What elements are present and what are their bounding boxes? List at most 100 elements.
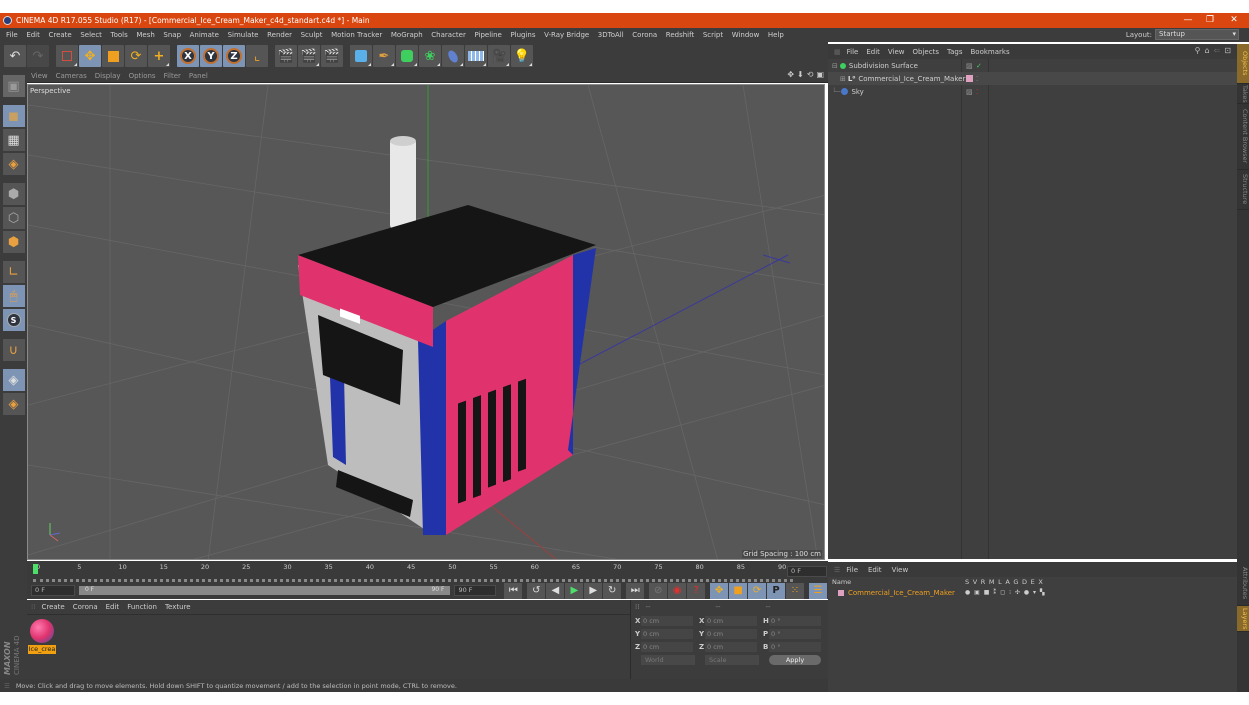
menu-3dtoall[interactable]: 3DToAll bbox=[598, 31, 624, 39]
tree-expand-icon[interactable]: ⊟ bbox=[832, 62, 838, 70]
tab-content-browser[interactable]: Content Browser bbox=[1237, 104, 1249, 170]
key-parameter-button[interactable]: P bbox=[767, 582, 785, 599]
pos-x-field[interactable]: 0 cm bbox=[641, 615, 693, 626]
layer-menu-view[interactable]: View bbox=[892, 566, 909, 574]
viewport-menu-filter[interactable]: Filter bbox=[164, 72, 181, 80]
point-mode-button[interactable]: ⬢ bbox=[2, 183, 25, 205]
menu-mesh[interactable]: Mesh bbox=[136, 31, 154, 39]
pan-icon[interactable]: ✥ bbox=[787, 70, 794, 79]
scale-button[interactable] bbox=[102, 45, 124, 67]
timeline-window-button[interactable]: ☰ bbox=[808, 582, 827, 599]
maximize-viewport-icon[interactable]: ▣ bbox=[816, 70, 824, 79]
menu-vray-bridge[interactable]: V-Ray Bridge bbox=[544, 31, 589, 39]
workplane-snap-button[interactable]: ◈ bbox=[2, 393, 25, 415]
search-icon[interactable]: ⚲ bbox=[1195, 46, 1201, 55]
texture-mode-button[interactable]: ▦ bbox=[2, 129, 25, 151]
menu-character[interactable]: Character bbox=[431, 31, 466, 39]
size-x-field[interactable]: 0 cm bbox=[705, 615, 757, 626]
layer-menu-file[interactable]: File bbox=[846, 566, 858, 574]
go-to-end-button[interactable]: ⏭ bbox=[626, 582, 645, 599]
material-menu-edit[interactable]: Edit bbox=[106, 603, 120, 611]
home-icon[interactable]: ⌂ bbox=[1205, 46, 1210, 55]
scale-mode-select[interactable]: Scale bbox=[705, 655, 759, 665]
workplane-lock-button[interactable]: ◈ bbox=[2, 369, 25, 391]
menu-animate[interactable]: Animate bbox=[190, 31, 219, 39]
menu-sculpt[interactable]: Sculpt bbox=[301, 31, 323, 39]
menu-simulate[interactable]: Simulate bbox=[228, 31, 259, 39]
tree-expand-icon[interactable]: ⊞ bbox=[840, 75, 846, 83]
column-solo[interactable]: S bbox=[965, 578, 969, 586]
menu-redshift[interactable]: Redshift bbox=[666, 31, 694, 39]
coordinate-system-button[interactable]: ⌞ bbox=[246, 45, 268, 67]
enabled-check-icon[interactable]: ✓ bbox=[976, 62, 982, 70]
model-mode-button[interactable]: ◼ bbox=[2, 105, 25, 127]
layer-menu-edit[interactable]: Edit bbox=[868, 566, 882, 574]
object-menu-file[interactable]: File bbox=[847, 48, 859, 56]
viewport-menu-view[interactable]: View bbox=[31, 72, 48, 80]
key-position-button[interactable]: ✥ bbox=[710, 582, 729, 599]
key-pla-button[interactable]: ⁙ bbox=[785, 582, 804, 599]
current-frame-field[interactable]: 0 F bbox=[787, 566, 827, 577]
render-settings-button[interactable]: 🎬 bbox=[321, 45, 343, 67]
column-animation[interactable]: A bbox=[1005, 578, 1009, 586]
viewport-menu-options[interactable]: Options bbox=[129, 72, 156, 80]
restore-button[interactable]: ❐ bbox=[1199, 13, 1221, 28]
x-axis-button[interactable]: X bbox=[177, 45, 199, 67]
menu-file[interactable]: File bbox=[6, 31, 18, 39]
menu-snap[interactable]: Snap bbox=[163, 31, 181, 39]
column-generators[interactable]: G bbox=[1013, 578, 1018, 586]
close-button[interactable]: ✕ bbox=[1223, 13, 1245, 28]
snap-button[interactable]: ∪ bbox=[2, 339, 25, 361]
next-key-button[interactable]: ↻ bbox=[603, 582, 622, 599]
render-picture-viewer-button[interactable]: 🎬 bbox=[298, 45, 320, 67]
size-y-field[interactable]: 0 cm bbox=[705, 628, 757, 639]
y-axis-button[interactable]: Y bbox=[200, 45, 222, 67]
menu-help[interactable]: Help bbox=[768, 31, 784, 39]
column-deformers[interactable]: D bbox=[1022, 578, 1027, 586]
menu-pipeline[interactable]: Pipeline bbox=[474, 31, 501, 39]
apply-button[interactable]: Apply bbox=[769, 655, 821, 665]
orbit-icon[interactable]: ⟲ bbox=[807, 70, 814, 79]
material-menu-function[interactable]: Function bbox=[127, 603, 157, 611]
menu-render[interactable]: Render bbox=[267, 31, 292, 39]
column-xref[interactable]: X bbox=[1038, 578, 1042, 586]
render-view-button[interactable]: 🎬 bbox=[275, 45, 297, 67]
z-axis-button[interactable]: Z bbox=[223, 45, 245, 67]
object-row-sky[interactable]: └─ Sky ▨ ⁚ bbox=[828, 85, 1237, 98]
layer-name[interactable]: Commercial_Ice_Cream_Maker bbox=[848, 589, 955, 597]
new-window-icon[interactable]: ⊡ bbox=[1224, 46, 1231, 55]
tab-attributes[interactable]: Attributes bbox=[1237, 562, 1249, 606]
object-menu-tags[interactable]: Tags bbox=[947, 48, 963, 56]
add-button[interactable]: + bbox=[148, 45, 170, 67]
menu-create[interactable]: Create bbox=[48, 31, 71, 39]
material-menu-texture[interactable]: Texture bbox=[165, 603, 191, 611]
viewport-menu-panel[interactable]: Panel bbox=[189, 72, 208, 80]
menu-mograph[interactable]: MoGraph bbox=[391, 31, 423, 39]
light-button[interactable]: 💡 bbox=[511, 45, 533, 67]
menu-motion-tracker[interactable]: Motion Tracker bbox=[331, 31, 382, 39]
material-menu-corona[interactable]: Corona bbox=[73, 603, 98, 611]
material-swatch[interactable]: Ice_crea bbox=[28, 619, 56, 655]
pen-button[interactable]: ✒ bbox=[373, 45, 395, 67]
move-button[interactable]: ✥ bbox=[79, 45, 101, 67]
autokey-button[interactable]: ◉ bbox=[668, 582, 687, 599]
deformer-button[interactable] bbox=[442, 45, 464, 67]
object-row-subdivision-surface[interactable]: ⊟ Subdivision Surface ▨ ✓ bbox=[828, 59, 1237, 72]
start-frame-field[interactable]: 0 F bbox=[31, 585, 75, 596]
menu-edit[interactable]: Edit bbox=[26, 31, 40, 39]
cube-button[interactable] bbox=[350, 45, 372, 67]
previous-frame-button[interactable]: ◀ bbox=[546, 582, 565, 599]
key-scale-button[interactable]: ■ bbox=[729, 582, 748, 599]
tab-takes[interactable]: Takes bbox=[1237, 84, 1249, 104]
dolly-icon[interactable]: ⬇ bbox=[797, 70, 804, 79]
menu-select[interactable]: Select bbox=[80, 31, 102, 39]
next-frame-button[interactable]: ▶ bbox=[584, 582, 603, 599]
column-expressions[interactable]: E bbox=[1031, 578, 1035, 586]
object-menu-edit[interactable]: Edit bbox=[866, 48, 880, 56]
object-row-ice-cream-maker[interactable]: ⊞ L⁰ Commercial_Ice_Cream_Maker ⁚ bbox=[828, 72, 1237, 85]
visibility-toggle-icon[interactable]: ▨ bbox=[966, 62, 973, 70]
live-selection-button[interactable] bbox=[56, 45, 78, 67]
viewport-menu-cameras[interactable]: Cameras bbox=[56, 72, 87, 80]
undo-button[interactable]: ↶ bbox=[4, 45, 26, 67]
tab-structure[interactable]: Structure bbox=[1237, 170, 1249, 210]
